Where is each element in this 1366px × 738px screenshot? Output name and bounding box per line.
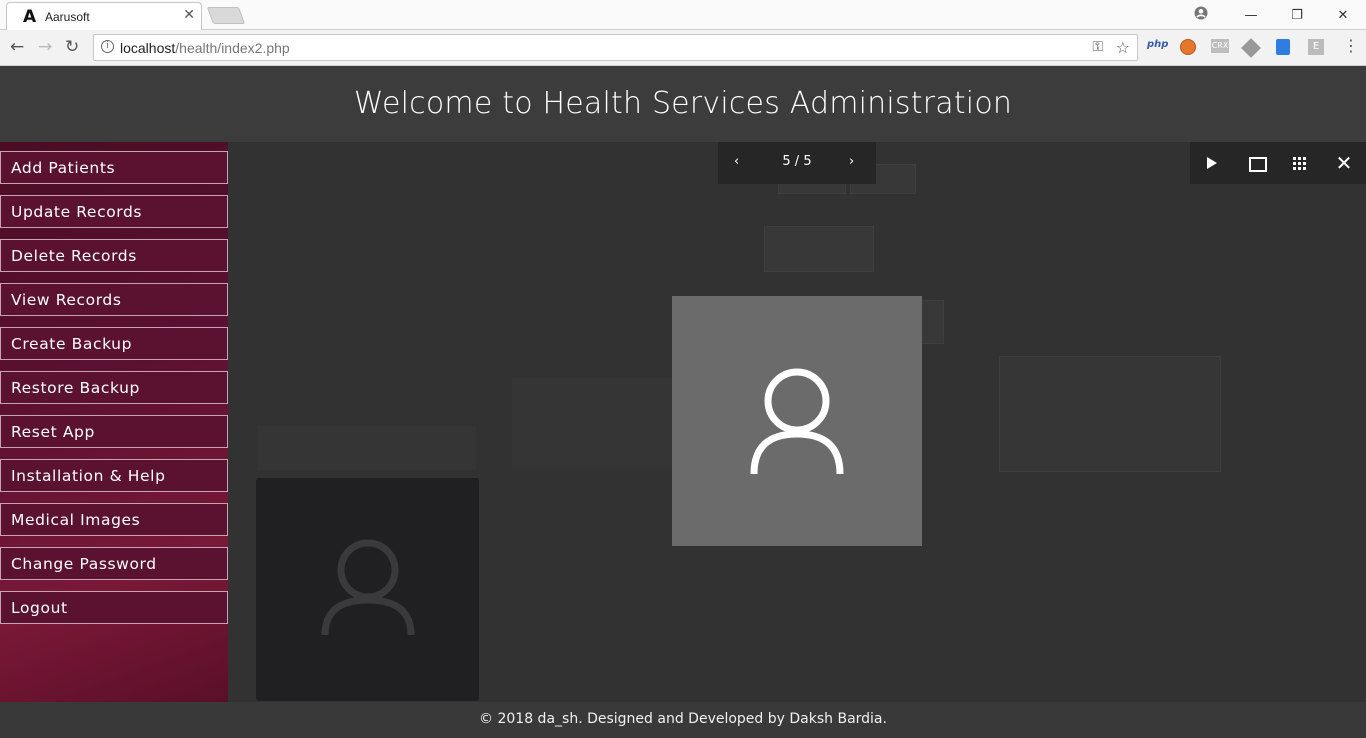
url-input[interactable]: i localhost/health/index2.php ⚿ ☆	[93, 34, 1138, 61]
address-bar: ← → ↻ i localhost/health/index2.php ⚿ ☆ …	[0, 30, 1366, 66]
sidebar-item-label: Delete Records	[11, 247, 137, 265]
sidebar-item-label: Add Patients	[11, 159, 116, 177]
sidebar-item-logout[interactable]: Logout	[0, 591, 228, 624]
back-icon[interactable]: ←	[10, 37, 24, 57]
close-icon[interactable]: ✕	[1322, 142, 1366, 184]
sidebar-menu: Add Patients Update Records Delete Recor…	[0, 142, 228, 702]
user-placeholder-icon	[750, 368, 844, 474]
site-logo-icon: A	[23, 7, 37, 27]
e-extension-icon[interactable]: E	[1308, 39, 1324, 55]
sidebar-item-installation-help[interactable]: Installation & Help	[0, 459, 228, 492]
restore-button[interactable]: ❐	[1274, 8, 1320, 23]
basketball-extension-icon[interactable]	[1180, 39, 1196, 55]
sidebar-item-label: Installation & Help	[11, 467, 166, 485]
gallery-thumbnail-flowchart[interactable]	[764, 226, 874, 272]
sidebar-item-create-backup[interactable]: Create Backup	[0, 327, 228, 360]
browser-tab[interactable]: A Aarusoft ✕	[6, 2, 202, 30]
sidebar-item-label: Create Backup	[11, 335, 133, 353]
sidebar-item-update-records[interactable]: Update Records	[0, 195, 228, 228]
play-icon[interactable]	[1190, 142, 1234, 184]
url-host: localhost	[120, 40, 176, 56]
bookmark-star-icon[interactable]: ☆	[1116, 38, 1130, 57]
sidebar-item-add-patients[interactable]: Add Patients	[0, 151, 228, 184]
profile-icon[interactable]	[1194, 6, 1208, 20]
tab-close-icon[interactable]: ✕	[183, 7, 195, 23]
sidebar-item-medical-images[interactable]: Medical Images	[0, 503, 228, 536]
window-controls: — ❐ ✕	[1228, 0, 1366, 30]
new-tab-button[interactable]	[206, 7, 246, 24]
sidebar-item-label: Medical Images	[11, 511, 141, 529]
url-path: /health/index2.php	[175, 40, 290, 56]
url-text: localhost/health/index2.php	[120, 40, 290, 56]
crx-extension-icon[interactable]: CRX	[1211, 39, 1229, 53]
reload-icon[interactable]: ↻	[65, 37, 79, 57]
grid-icon[interactable]	[1278, 142, 1322, 184]
sidebar-item-label: Update Records	[11, 203, 143, 221]
sidebar-item-label: Restore Backup	[11, 379, 140, 397]
sidebar-item-view-records[interactable]: View Records	[0, 283, 228, 316]
fit-screen-icon[interactable]	[1234, 142, 1278, 184]
sidebar-item-label: Change Password	[11, 555, 157, 573]
key-icon[interactable]: ⚿	[1092, 39, 1103, 55]
close-window-button[interactable]: ✕	[1320, 8, 1366, 23]
notepad-extension-icon[interactable]	[1276, 39, 1290, 55]
info-icon[interactable]: i	[101, 40, 114, 53]
tab-title: Aarusoft	[45, 10, 90, 24]
lightbox-toolbar: ✕	[1190, 142, 1366, 184]
sidebar-item-delete-records[interactable]: Delete Records	[0, 239, 228, 272]
browser-tab-bar: A Aarusoft ✕ — ❐ ✕	[0, 0, 1366, 30]
browser-menu-icon[interactable]: ⋮	[1343, 36, 1359, 55]
gallery-thumbnail-formula[interactable]	[512, 378, 672, 468]
sidebar-item-reset-app[interactable]: Reset App	[0, 415, 228, 448]
sidebar-item-restore-backup[interactable]: Restore Backup	[0, 371, 228, 404]
gallery-thumbnail-screenshot[interactable]	[999, 356, 1221, 472]
cube-extension-icon[interactable]	[1241, 38, 1261, 58]
user-placeholder-icon	[321, 539, 415, 636]
site-footer: © 2018 da_sh. Designed and Developed by …	[0, 702, 1366, 738]
php-extension-icon[interactable]: php	[1147, 39, 1168, 55]
sidebar-item-change-password[interactable]: Change Password	[0, 547, 228, 580]
sidebar-item-label: Reset App	[11, 423, 95, 441]
chevron-right-icon[interactable]: ›	[849, 154, 854, 169]
gallery-thumbnail-formula[interactable]	[258, 426, 476, 470]
site-header: Welcome to Health Services Administratio…	[0, 66, 1366, 142]
lightbox-image[interactable]	[672, 296, 922, 546]
minimize-button[interactable]: —	[1228, 8, 1274, 23]
footer-text: © 2018 da_sh. Designed and Developed by …	[479, 711, 887, 727]
lightbox-counter-bar: ‹ 5 / 5 ›	[718, 142, 876, 184]
sidebar-item-label: View Records	[11, 291, 122, 309]
page-title: Welcome to Health Services Administratio…	[353, 86, 1013, 121]
forward-icon[interactable]: →	[38, 37, 52, 57]
gallery-thumbnail-placeholder[interactable]	[256, 478, 479, 701]
sidebar-item-label: Logout	[11, 599, 68, 617]
